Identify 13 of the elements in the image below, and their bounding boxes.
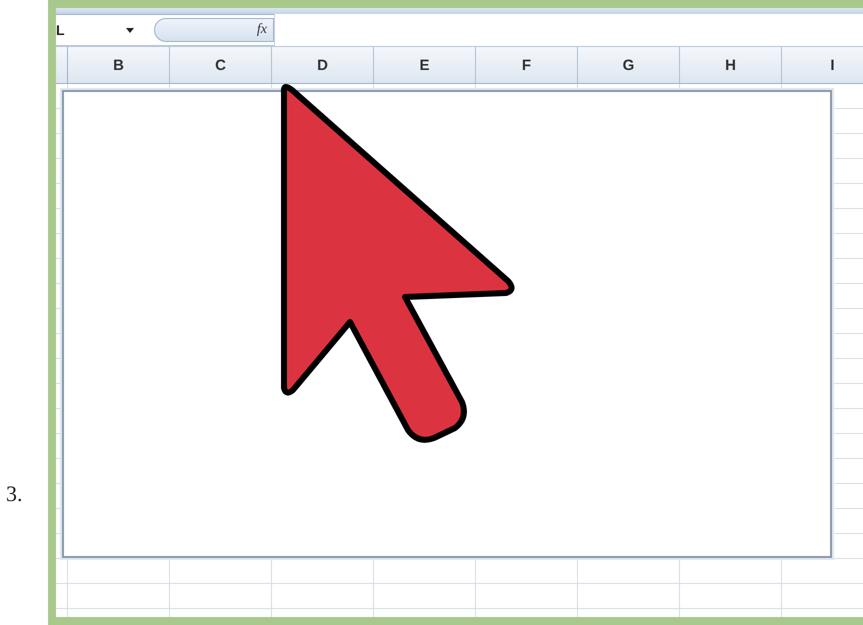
column-header[interactable]: F xyxy=(476,47,578,83)
column-header[interactable]: H xyxy=(680,47,782,83)
column-header[interactable]: D xyxy=(272,47,374,83)
step-number: 3. xyxy=(5,481,22,507)
formula-field[interactable] xyxy=(274,14,863,46)
insert-function-button[interactable]: fx xyxy=(154,18,274,42)
column-header[interactable]: G xyxy=(578,47,680,83)
name-box[interactable]: L xyxy=(56,19,140,41)
caret-icon xyxy=(126,28,134,32)
column-header[interactable]: C xyxy=(170,47,272,83)
column-header[interactable]: B xyxy=(68,47,170,83)
column-header[interactable]: E xyxy=(374,47,476,83)
column-header[interactable]: I xyxy=(782,47,863,83)
